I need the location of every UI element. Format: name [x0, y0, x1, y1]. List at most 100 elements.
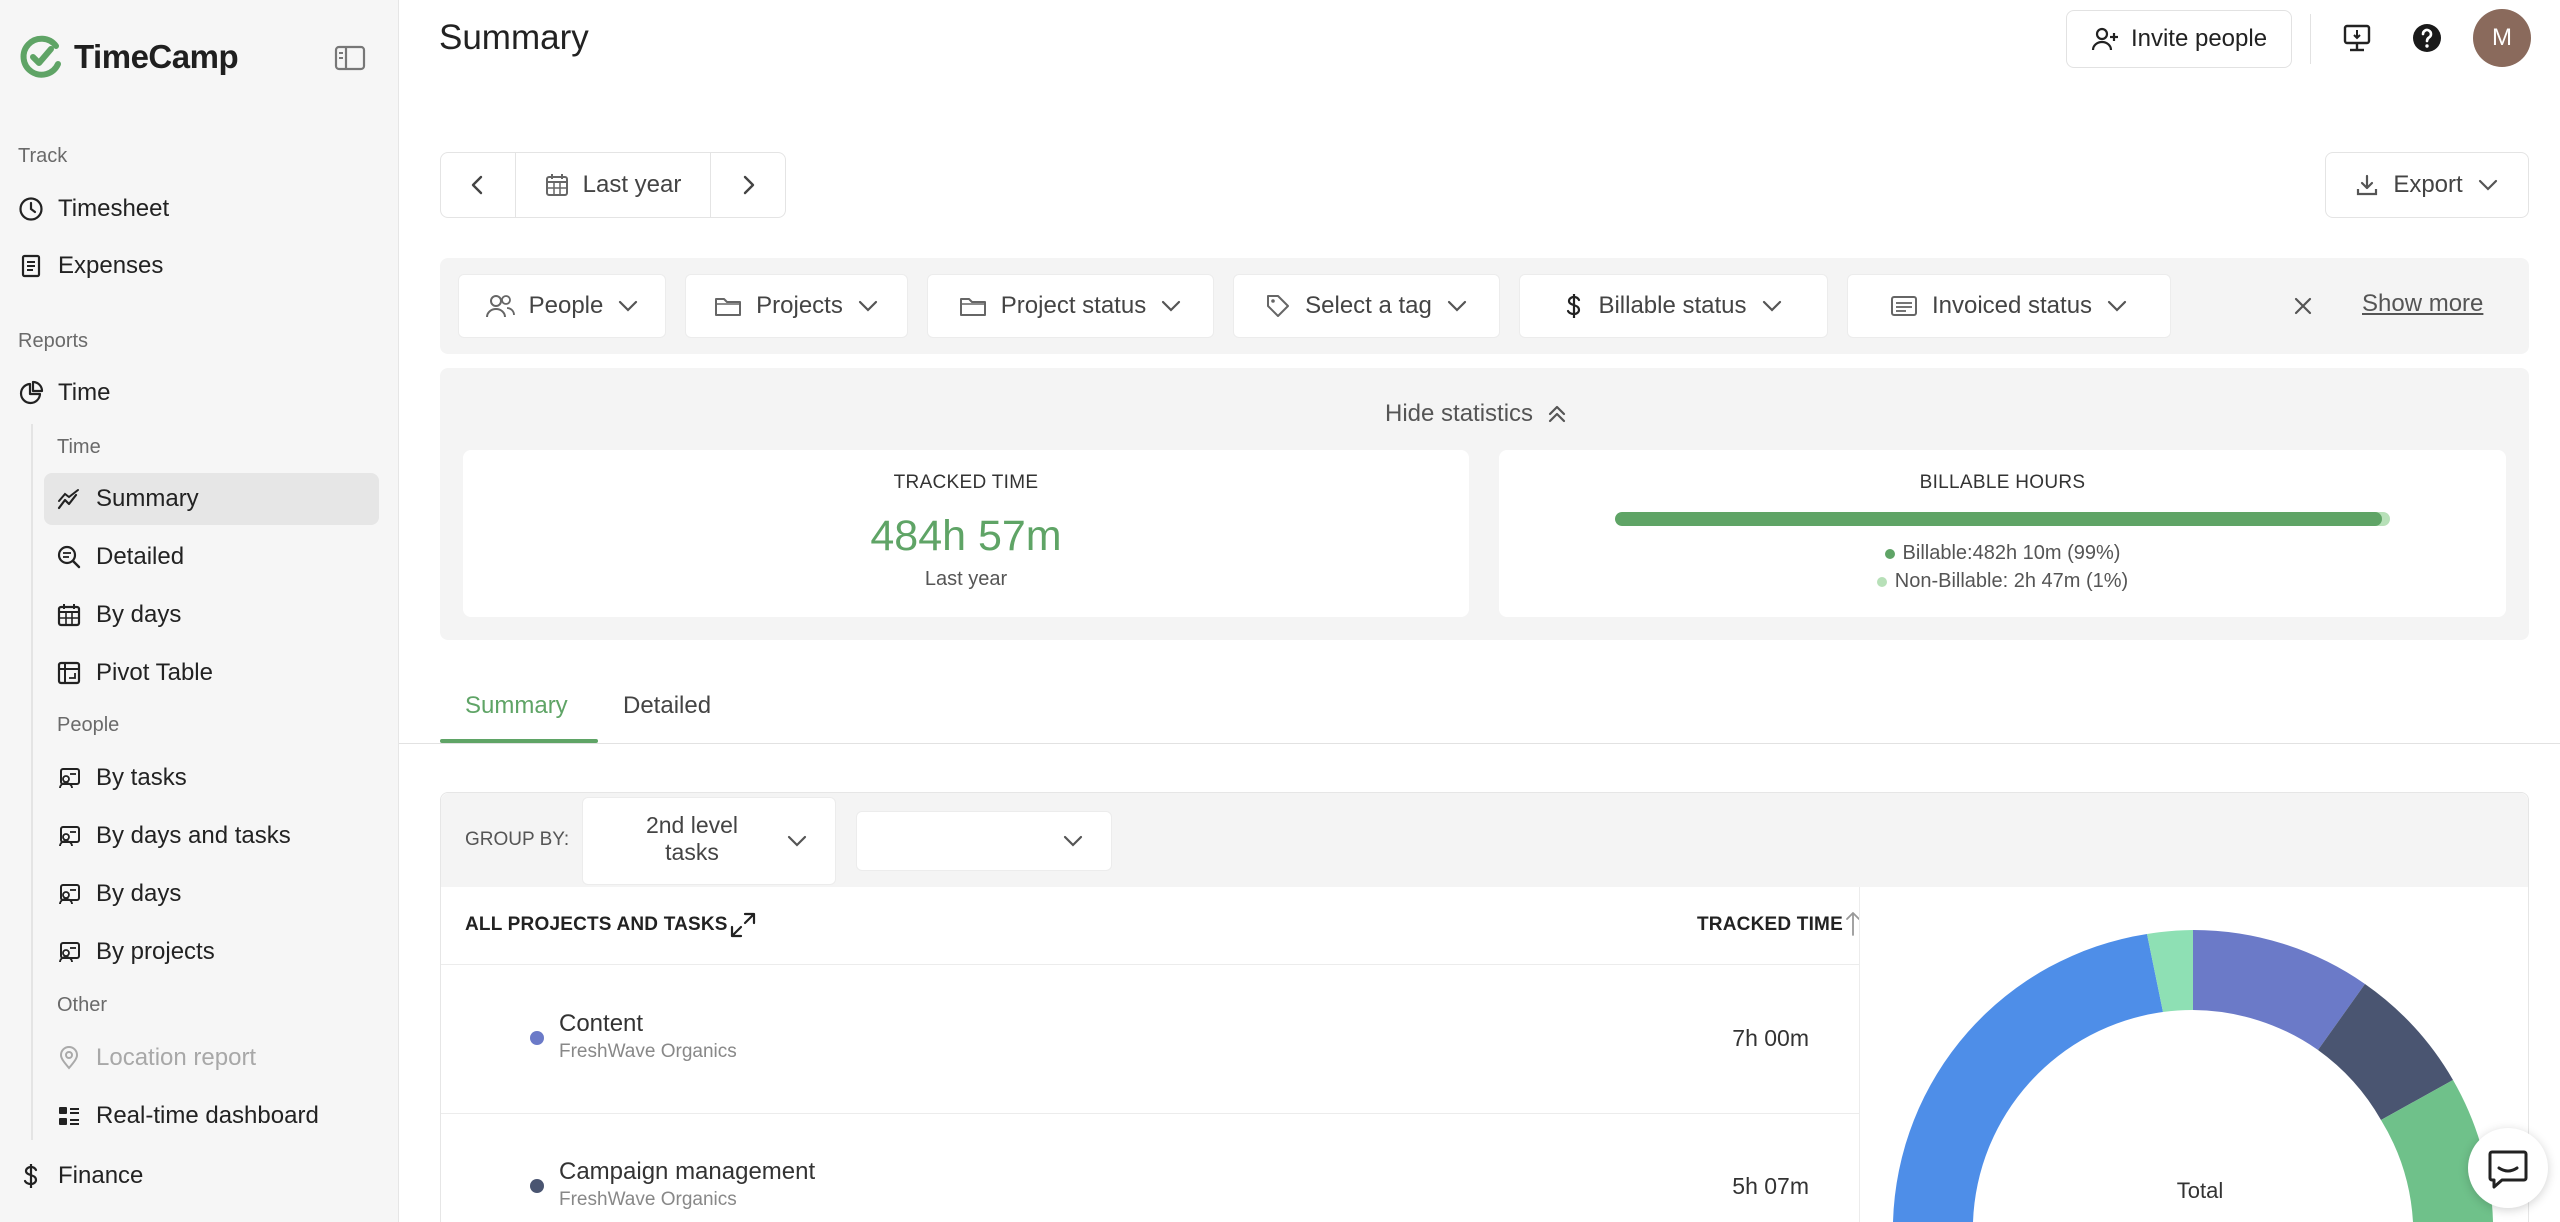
billable-status-filter[interactable]: Billable status	[1519, 274, 1828, 338]
brand-name: TimeCamp	[74, 38, 239, 75]
sidebar-item-label: Detailed	[96, 543, 185, 570]
dollar-icon	[1567, 294, 1581, 318]
chevron-down-icon	[787, 835, 807, 847]
sidebar-item-by-days[interactable]: By days	[44, 589, 379, 641]
person-card-icon	[59, 826, 80, 847]
hide-statistics-toggle[interactable]: Hide statistics	[1385, 400, 1569, 428]
sidebar-item-label: By days and tasks	[96, 822, 291, 849]
tracked-time-card: TRACKED TIME 484h 57m Last year	[463, 450, 1469, 617]
invoice-icon	[1890, 296, 1917, 316]
folder-icon	[959, 298, 986, 316]
person-card-icon	[59, 942, 80, 963]
tag-filter-label: Select a tag	[1305, 292, 1432, 319]
chevron-down-icon	[1447, 300, 1466, 312]
sidebar-item-label: By projects	[96, 938, 215, 965]
sidebar-item-timesheet[interactable]: Timesheet	[18, 187, 169, 231]
sidebar-item-time[interactable]: Time	[18, 371, 110, 415]
sidebar-item-by-tasks[interactable]: By tasks	[44, 752, 379, 804]
chevron-down-icon	[2478, 179, 2497, 191]
chat-support-button[interactable]	[2468, 1128, 2548, 1208]
brand-logo[interactable]: TimeCamp	[18, 34, 239, 80]
billable-legend: Billable:482h 10m (99%)	[1499, 542, 2506, 565]
task-name: Content	[559, 1010, 644, 1037]
calendar-grid-icon	[57, 604, 81, 627]
reports-section-label: Reports	[18, 330, 89, 352]
group-by-select[interactable]: 2nd level tasks	[582, 797, 836, 885]
header-divider	[2310, 14, 2311, 64]
task-tracked-time: 7h 00m	[1732, 1025, 1809, 1051]
date-range-button[interactable]: Last year	[515, 153, 711, 217]
chevron-down-icon	[1762, 300, 1781, 312]
sidebar-item-label: By days	[96, 601, 182, 628]
secondary-group-by-select[interactable]	[856, 811, 1112, 871]
user-avatar[interactable]: M	[2473, 9, 2531, 67]
clear-filters-icon[interactable]	[2288, 291, 2318, 321]
projects-filter[interactable]: Projects	[685, 274, 908, 338]
sidebar-item-by-days-and-tasks[interactable]: By days and tasks	[44, 810, 379, 862]
sidebar-item-label: Finance	[58, 1162, 144, 1189]
people-filter[interactable]: People	[458, 274, 666, 338]
tracked-time-value: 484h 57m	[870, 512, 1062, 560]
projects-filter-label: Projects	[756, 292, 843, 319]
timecamp-logo-icon	[20, 35, 61, 78]
table-row[interactable]: Content FreshWave Organics 7h 00m	[441, 966, 1859, 1114]
people-group-label: People	[57, 714, 120, 736]
desktop-app-icon[interactable]	[2341, 22, 2373, 54]
donut-segment[interactable]	[1893, 934, 2163, 1222]
help-icon[interactable]	[2411, 22, 2443, 54]
sidebar-item-realtime-dashboard[interactable]: Real-time dashboard	[44, 1090, 379, 1142]
timecamp-app: TimeCamp Track Timesheet Expenses Report…	[0, 0, 2560, 1222]
download-icon	[2357, 174, 2378, 196]
task-client: FreshWave Organics	[559, 1189, 737, 1210]
folder-icon	[715, 298, 742, 316]
sidebar-item-finance[interactable]: Finance	[18, 1154, 143, 1198]
tabs-divider	[399, 743, 2560, 744]
invoiced-status-filter[interactable]: Invoiced status	[1847, 274, 2171, 338]
sidebar-collapse-icon[interactable]	[334, 44, 366, 72]
person-card-icon	[59, 884, 80, 905]
chevron-down-icon	[619, 300, 638, 312]
chevron-left-icon	[471, 175, 483, 195]
billable-progress-fill	[1615, 512, 2383, 526]
sidebar-item-expenses[interactable]: Expenses	[18, 244, 163, 288]
sidebar-item-label: Time	[58, 379, 111, 406]
task-name: Campaign management	[559, 1158, 816, 1185]
person-card-icon	[59, 768, 80, 789]
next-period-button[interactable]	[711, 153, 785, 217]
invite-people-button[interactable]: Invite people	[2066, 10, 2292, 68]
tag-filter[interactable]: Select a tag	[1233, 274, 1500, 338]
show-more-link[interactable]: Show more	[2362, 290, 2483, 318]
expand-icon[interactable]	[728, 910, 758, 940]
tab-summary[interactable]: Summary	[465, 692, 568, 720]
calendar-icon	[545, 174, 568, 196]
sidebar-item-label: By tasks	[96, 764, 187, 791]
project-status-filter-label: Project status	[1000, 292, 1147, 319]
date-range-label: Last year	[582, 171, 682, 198]
task-tracked-time: 5h 07m	[1732, 1173, 1809, 1199]
project-status-filter[interactable]: Project status	[927, 274, 1214, 338]
page-title: Summary	[439, 18, 589, 57]
dashboard-icon	[59, 1107, 79, 1125]
tab-detailed[interactable]: Detailed	[623, 692, 711, 720]
non-billable-text: Non-Billable: 2h 47m (1%)	[1894, 570, 2129, 592]
sidebar-item-detailed[interactable]: Detailed	[44, 531, 379, 583]
sidebar-item-by-projects[interactable]: By projects	[44, 926, 379, 978]
column-header-tracked-time[interactable]: TRACKED TIME	[1697, 914, 1843, 936]
sidebar-item-summary[interactable]: Summary	[44, 473, 379, 525]
submenu-rail	[31, 424, 33, 1140]
date-range-picker: Last year	[440, 152, 786, 218]
billable-hours-title: BILLABLE HOURS	[1919, 472, 2086, 493]
chat-bubble-icon	[2488, 1150, 2528, 1189]
export-button[interactable]: Export	[2325, 152, 2529, 218]
previous-period-button[interactable]	[441, 153, 515, 217]
group-by-label: GROUP BY:	[465, 829, 570, 850]
chevron-down-icon	[858, 300, 877, 312]
sidebar-item-pivot-table[interactable]: Pivot Table	[44, 647, 379, 699]
magnify-icon	[57, 545, 81, 569]
donut-center-label: Total	[2177, 1178, 2223, 1203]
time-distribution-donut-chart: Total	[1893, 929, 2493, 1222]
sidebar-item-label: Location report	[96, 1044, 257, 1071]
sidebar-item-people-by-days[interactable]: By days	[44, 868, 379, 920]
table-row[interactable]: Campaign management FreshWave Organics 5…	[441, 1114, 1859, 1222]
chevron-down-icon	[2107, 300, 2127, 312]
